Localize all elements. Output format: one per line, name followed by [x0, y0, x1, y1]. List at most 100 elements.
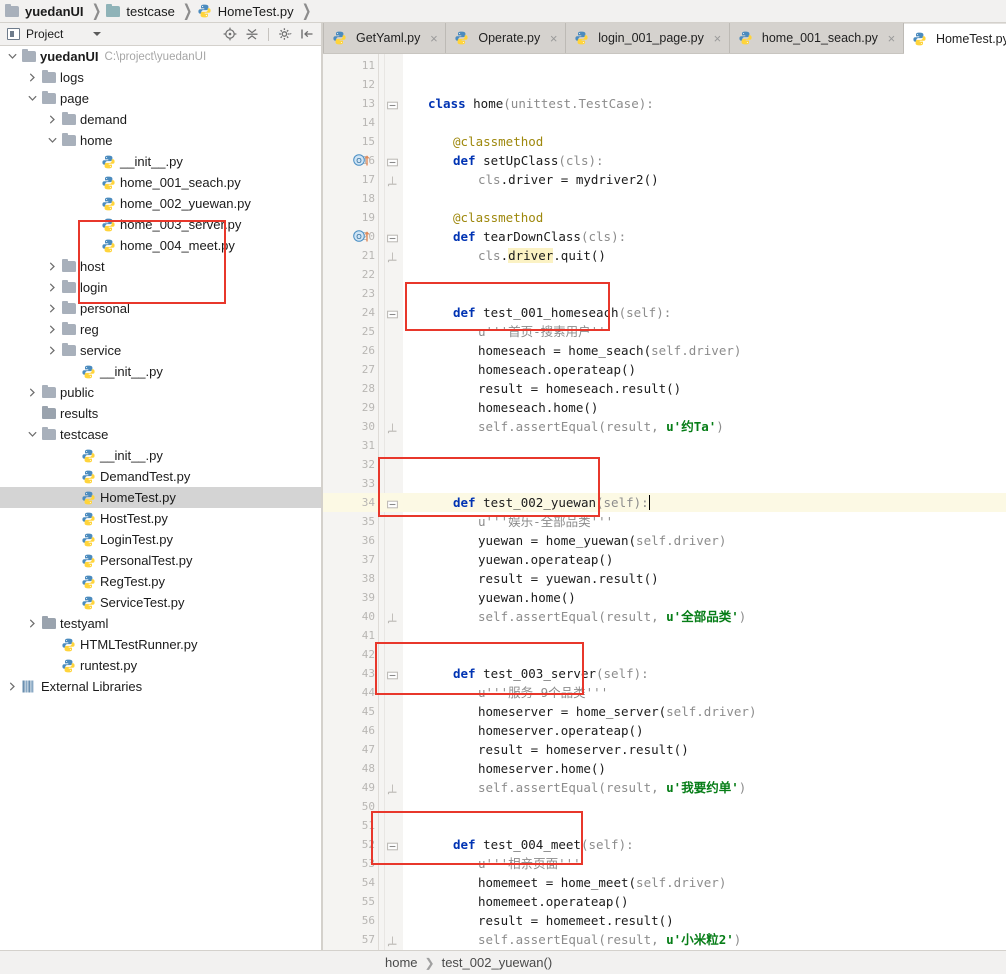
editor-tab-login-001-page-py[interactable]: login_001_page.py ×: [566, 23, 730, 53]
tree-item-page[interactable]: page: [0, 88, 321, 109]
collapse-all-icon[interactable]: [244, 26, 260, 42]
tree-item-home-002-yuewan-py[interactable]: home_002_yuewan.py: [0, 193, 321, 214]
tree-item-home[interactable]: home: [0, 130, 321, 151]
tree-item-htmltestrunner-py[interactable]: HTMLTestRunner.py: [0, 634, 321, 655]
editor-tab-operate-py[interactable]: Operate.py ×: [446, 23, 567, 53]
breadcrumb-item-file[interactable]: HomeTest.py: [198, 0, 296, 23]
python-file-icon: [102, 155, 115, 169]
editor-tab-hometest-py[interactable]: HomeTest.py×: [903, 24, 1006, 54]
tree-item-hosttest-py[interactable]: HostTest.py: [0, 508, 321, 529]
fold-expanded-icon[interactable]: [387, 155, 398, 167]
code-token: self: [636, 875, 667, 890]
chevron-down-icon[interactable]: [46, 130, 59, 151]
tree-item-service[interactable]: service: [0, 340, 321, 361]
line-number: 32: [361, 458, 375, 471]
fold-end-icon[interactable]: [387, 782, 398, 795]
tree-item-label: DemandTest.py: [100, 469, 191, 484]
tree-item-personaltest-py[interactable]: PersonalTest.py: [0, 550, 321, 571]
tree-item-testyaml[interactable]: testyaml: [0, 613, 321, 634]
code-text-area[interactable]: class home(unittest.TestCase): @classmeth…: [403, 54, 1006, 950]
close-icon[interactable]: ×: [548, 32, 559, 45]
code-token: @classmethod: [453, 210, 544, 225]
tree-item-host[interactable]: host: [0, 256, 321, 277]
tree-item-label: personal: [80, 301, 130, 316]
tree-item-reg[interactable]: reg: [0, 319, 321, 340]
folder-icon: [62, 280, 76, 293]
tree-item-public[interactable]: public: [0, 382, 321, 403]
fold-expanded-icon[interactable]: [387, 231, 398, 243]
python-file-icon: [575, 31, 588, 45]
fold-end-icon[interactable]: [387, 250, 398, 263]
hide-panel-icon[interactable]: [299, 26, 315, 42]
fold-expanded-icon[interactable]: [387, 497, 398, 509]
tree-item-servicetest-py[interactable]: ServiceTest.py: [0, 592, 321, 613]
code-line: cls.driver.quit(): [478, 246, 606, 265]
fold-end-icon[interactable]: [387, 934, 398, 947]
chevron-right-icon[interactable]: [46, 277, 59, 298]
footer-crumb-class[interactable]: home: [385, 955, 418, 970]
override-method-icon[interactable]: O: [353, 229, 377, 243]
tree-item-runtest-py[interactable]: runtest.py: [0, 655, 321, 676]
chevron-down-icon[interactable]: [26, 424, 39, 445]
tree-item-login[interactable]: login: [0, 277, 321, 298]
chevron-right-icon[interactable]: [46, 298, 59, 319]
editor-tab-getyaml-py[interactable]: GetYaml.py ×: [323, 23, 447, 53]
fold-end-icon[interactable]: [387, 174, 398, 187]
code-editor[interactable]: 11 12 13 14 15 16 17 18 19 20 21 22 23 24 25 26 27 28 29 30…: [323, 54, 1006, 950]
tree-item-demandtest-py[interactable]: DemandTest.py: [0, 466, 321, 487]
code-line: def setUpClass(cls):: [453, 151, 604, 170]
fold-expanded-icon[interactable]: [387, 307, 398, 319]
tree-item-logintest-py[interactable]: LoginTest.py: [0, 529, 321, 550]
tree-item-testcase[interactable]: testcase: [0, 424, 321, 445]
locate-in-tree-icon[interactable]: [222, 26, 238, 42]
chevron-down-icon[interactable]: [26, 88, 39, 109]
fold-expanded-icon[interactable]: [387, 98, 398, 110]
fold-end-icon[interactable]: [387, 421, 398, 434]
tree-item-regtest-py[interactable]: RegTest.py: [0, 571, 321, 592]
close-icon[interactable]: ×: [428, 32, 439, 45]
override-method-icon[interactable]: O: [353, 153, 377, 167]
editor-tab-home-001-seach-py[interactable]: home_001_seach.py ×: [729, 23, 904, 53]
project-tree[interactable]: yuedanUI C:\project\yuedanUI logs page deman…: [0, 46, 321, 951]
tree-item-results[interactable]: results: [0, 403, 321, 424]
tree-item-home-003-server-py[interactable]: home_003_server.py: [0, 214, 321, 235]
settings-gear-icon[interactable]: [277, 26, 293, 42]
tree-item-init-py[interactable]: __init__.py: [0, 151, 321, 172]
tree-item-init-py[interactable]: __init__.py: [0, 361, 321, 382]
footer-crumb-method[interactable]: test_002_yuewan(): [442, 955, 553, 970]
code-token: homeserver.operateap(): [478, 723, 644, 738]
project-panel-title-group[interactable]: Project: [0, 27, 222, 41]
chevron-right-icon[interactable]: [6, 676, 19, 697]
tree-item-hometest-py[interactable]: HomeTest.py: [0, 487, 321, 508]
fold-end-icon[interactable]: [387, 611, 398, 624]
tree-root-path: C:\project\yuedanUI: [104, 50, 207, 63]
tree-item-label: home_001_seach.py: [120, 175, 241, 190]
chevron-down-icon[interactable]: [6, 46, 19, 67]
chevron-right-icon[interactable]: [26, 67, 39, 88]
close-icon[interactable]: ×: [886, 32, 897, 45]
breadcrumb-item-testcase[interactable]: testcase: [106, 0, 176, 23]
tree-item-yuedanui[interactable]: yuedanUI C:\project\yuedanUI: [0, 46, 321, 67]
python-file-icon: [102, 176, 115, 190]
tree-item-home-004-meet-py[interactable]: home_004_meet.py: [0, 235, 321, 256]
code-token: self: [588, 837, 619, 852]
breadcrumb-item-project[interactable]: yuedanUI: [5, 0, 86, 23]
tree-item-home-001-seach-py[interactable]: home_001_seach.py: [0, 172, 321, 193]
chevron-right-icon[interactable]: [46, 256, 59, 277]
fold-expanded-icon[interactable]: [387, 668, 398, 680]
chevron-down-icon[interactable]: [93, 32, 102, 36]
chevron-right-icon[interactable]: [46, 340, 59, 361]
chevron-right-icon[interactable]: [26, 613, 39, 634]
chevron-right-icon[interactable]: [26, 382, 39, 403]
fold-expanded-icon[interactable]: [387, 839, 398, 851]
close-icon[interactable]: ×: [712, 32, 723, 45]
tree-item-external-libraries[interactable]: External Libraries: [0, 676, 321, 697]
chevron-right-icon[interactable]: [46, 109, 59, 130]
tree-item-logs[interactable]: logs: [0, 67, 321, 88]
code-token: test_003_server: [483, 666, 596, 681]
chevron-right-icon[interactable]: [46, 319, 59, 340]
tree-item-personal[interactable]: personal: [0, 298, 321, 319]
tree-item-demand[interactable]: demand: [0, 109, 321, 130]
tree-item-init-py[interactable]: __init__.py: [0, 445, 321, 466]
